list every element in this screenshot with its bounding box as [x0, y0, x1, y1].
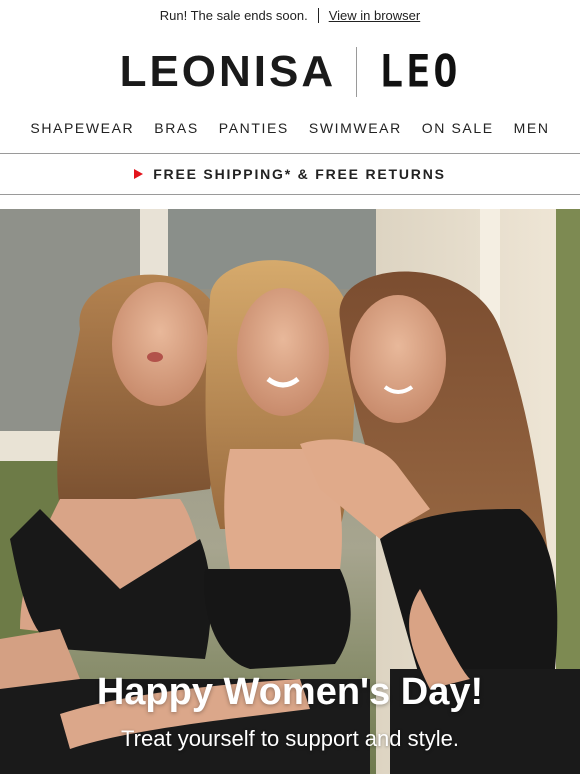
shipping-text: FREE SHIPPING* & FREE RETURNS — [153, 166, 446, 182]
nav-item-swimwear[interactable]: SWIMWEAR — [299, 120, 412, 136]
leo-logo[interactable]: LEO — [379, 46, 460, 98]
nav-item-panties[interactable]: PANTIES — [209, 120, 299, 136]
leonisa-logo[interactable]: LEONISA — [120, 47, 337, 97]
preheader-divider — [317, 7, 319, 23]
hero-subtitle: Treat yourself to support and style. — [121, 726, 459, 751]
main-nav: SHAPEWEAR BRAS PANTIES SWIMWEAR ON SALE … — [0, 106, 580, 150]
nav-item-on-sale[interactable]: ON SALE — [412, 120, 504, 136]
view-in-browser-link[interactable]: View in browser — [329, 8, 421, 23]
nav-item-men[interactable]: MEN — [504, 120, 560, 136]
shipping-banner[interactable]: FREE SHIPPING* & FREE RETURNS — [0, 153, 580, 195]
play-arrow-icon — [134, 169, 144, 179]
logo-divider — [356, 47, 358, 97]
nav-item-shapewear[interactable]: SHAPEWEAR — [20, 120, 144, 136]
nav-item-bras[interactable]: BRAS — [144, 120, 209, 136]
hero-banner[interactable]: Happy Women's Day! Treat yourself to sup… — [0, 209, 580, 774]
preheader: Run! The sale ends soon. View in browser — [0, 0, 580, 30]
brand-header: LEONISA LEO — [0, 38, 580, 106]
preheader-text: Run! The sale ends soon. — [159, 7, 308, 23]
hero-title: Happy Women's Day! — [96, 671, 484, 713]
